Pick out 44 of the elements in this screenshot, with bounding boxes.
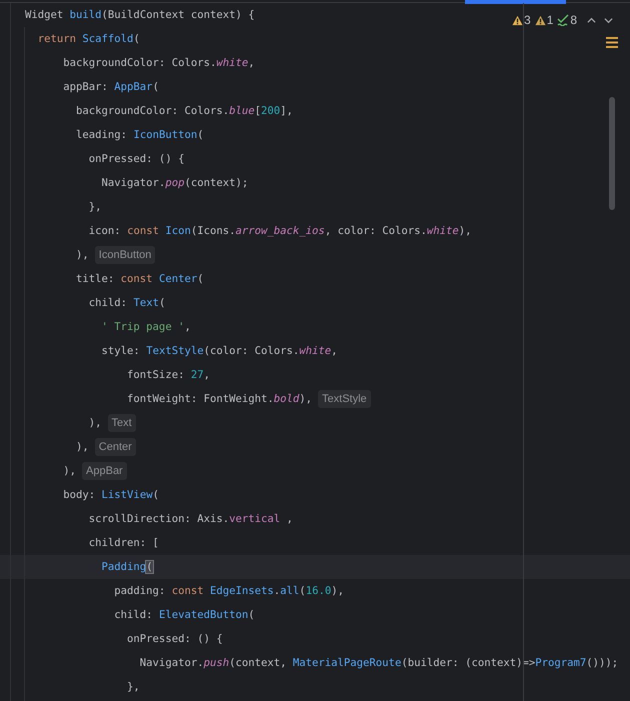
- code-line: fontSize: 27,: [126, 368, 210, 382]
- inlay-hint: AppBar: [82, 462, 127, 480]
- warning-count[interactable]: 3: [524, 11, 531, 29]
- chevron-up-icon[interactable]: [587, 16, 596, 24]
- code-line: ' Trip page ',: [100, 320, 191, 334]
- code-line: backgroundColor: Colors.blue[200],: [75, 104, 293, 118]
- inlay-hint: IconButton: [94, 246, 156, 264]
- code-line: body: ListView(: [62, 488, 159, 502]
- code-line: backgroundColor: Colors.white,: [62, 56, 255, 70]
- code-line: scrollDirection: Axis.vertical ,: [88, 512, 293, 526]
- code-line: onPressed: () {: [88, 152, 184, 166]
- code-line: padding: const EdgeInsets.all(16.0),: [113, 584, 344, 598]
- code-line: child: ElevatedButton(: [113, 608, 255, 622]
- inlay-hint: Center: [94, 438, 136, 456]
- check-icon: [557, 14, 570, 26]
- code-line: return Scaffold(: [36, 32, 140, 46]
- code-line: ),: [75, 440, 89, 454]
- weak-warning-count[interactable]: 1: [546, 11, 554, 29]
- code-line: icon: const Icon(Icons.arrow_back_ios, color: Colors.white),: [88, 224, 472, 238]
- scrollbar-thumb[interactable]: [609, 97, 615, 210]
- code-line: Navigator.push(context, MaterialPageRoute(builder: (context)=>Program7()));: [138, 656, 618, 670]
- code-line: ),: [88, 416, 102, 430]
- code-line: Padding(: [100, 560, 153, 574]
- code-line: children: [: [88, 536, 159, 550]
- code-line: child: Text(: [88, 296, 166, 310]
- warning-icon: [512, 14, 523, 26]
- code-line: appBar: AppBar(: [62, 80, 159, 94]
- chevron-down-icon[interactable]: [604, 16, 614, 24]
- warning-icon: [534, 14, 546, 26]
- code-line: ),: [62, 464, 76, 478]
- menu-icon[interactable]: [606, 37, 618, 48]
- code-line: style: TextStyle(color: Colors.white,: [100, 344, 338, 358]
- code-line: fontWeight: FontWeight.bold),: [126, 392, 312, 406]
- code-line: },: [88, 200, 102, 214]
- code-line: onPressed: () {: [126, 632, 223, 646]
- code-line: title: const Center(: [75, 272, 204, 286]
- code-line: leading: IconButton(: [75, 128, 204, 142]
- code-line: Widget build(BuildContext context) {: [25, 8, 255, 22]
- code-line: Navigator.pop(context);: [100, 176, 248, 190]
- code-line: ),: [75, 248, 89, 262]
- inlay-hint: Text: [108, 414, 136, 432]
- inlay-hint: TextStyle: [318, 390, 371, 408]
- code-line: },: [126, 680, 140, 694]
- typo-count[interactable]: 8: [570, 11, 578, 29]
